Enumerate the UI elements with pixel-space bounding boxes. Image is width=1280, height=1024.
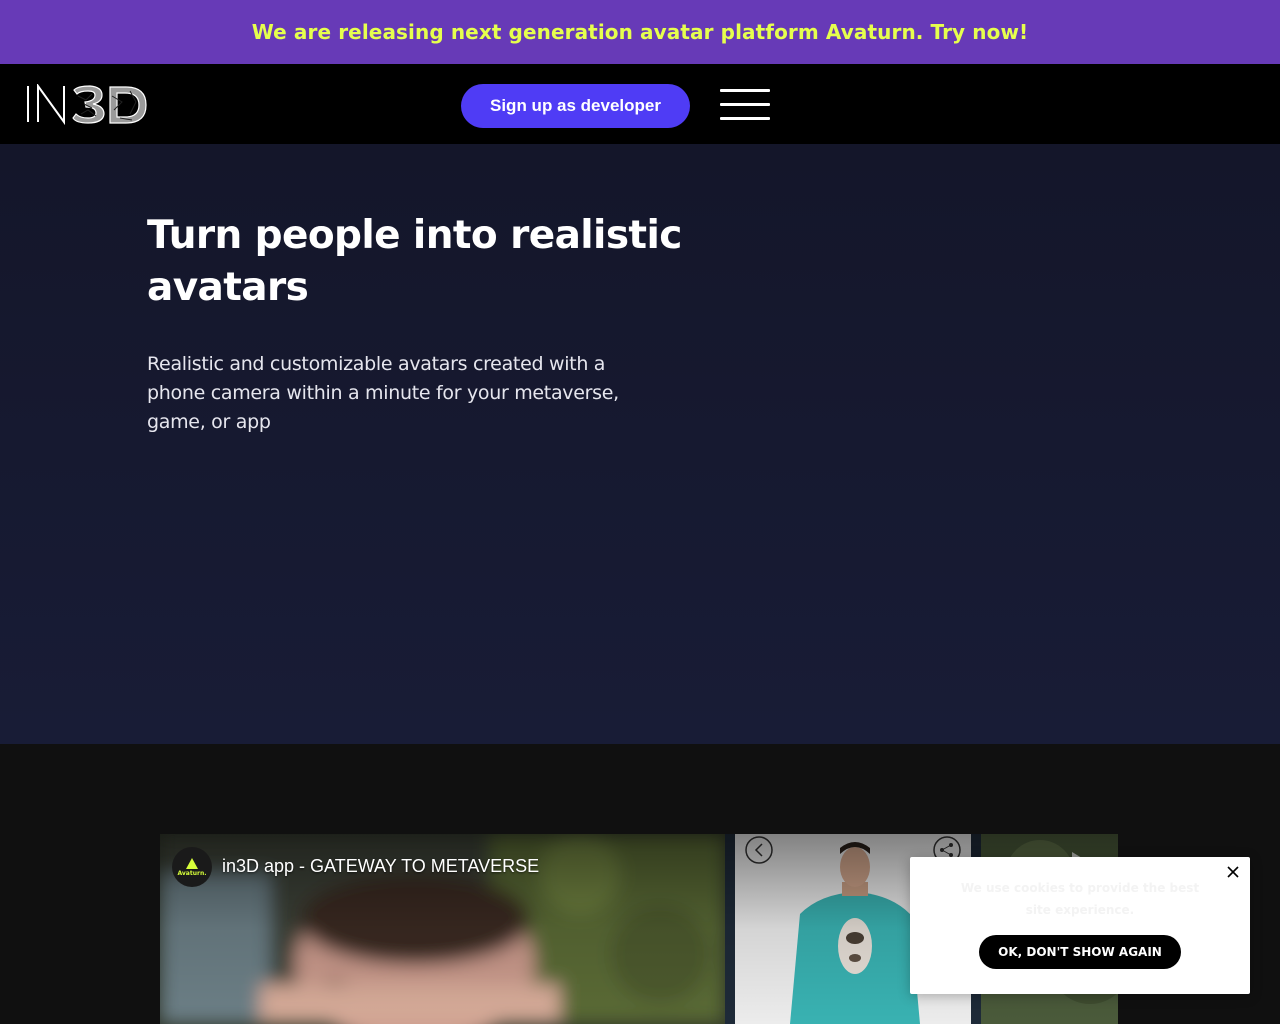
top-navbar: Sign up as developer <box>0 64 1280 144</box>
channel-name: Avaturn. <box>177 869 207 877</box>
close-icon[interactable] <box>1224 863 1242 881</box>
video-title-link[interactable]: in3D app - GATEWAY TO METAVERSE <box>222 856 539 877</box>
cookie-message: We use cookies to provide the best site … <box>960 881 1200 917</box>
signup-developer-button[interactable]: Sign up as developer <box>461 84 690 128</box>
cookie-consent-popup: We use cookies to provide the best site … <box>910 857 1250 994</box>
in3d-logo[interactable] <box>26 84 150 126</box>
channel-avatar[interactable]: Avaturn. <box>172 847 212 887</box>
promo-banner-link[interactable]: We are releasing next generation avatar … <box>0 0 1280 64</box>
hero-subtitle: Realistic and customizable avatars creat… <box>147 353 619 433</box>
cookie-accept-button[interactable]: OK, DON'T SHOW AGAIN <box>979 935 1181 969</box>
hamburger-menu-icon[interactable] <box>718 86 772 124</box>
hero-section: Turn people into realistic avatars Reali… <box>0 144 1280 744</box>
hero-title: Turn people into realistic avatars <box>147 213 682 310</box>
